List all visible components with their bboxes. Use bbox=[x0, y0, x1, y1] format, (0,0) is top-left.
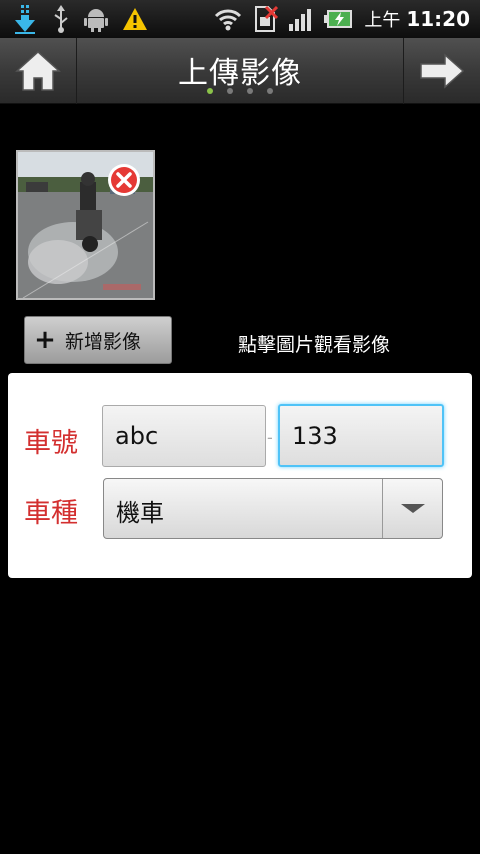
plate-label: 車號 bbox=[24, 428, 78, 459]
vehicle-type-value: 機車 bbox=[116, 499, 164, 527]
page-dot-4 bbox=[267, 88, 273, 94]
home-button[interactable] bbox=[0, 38, 77, 104]
page-dot-2 bbox=[227, 88, 233, 94]
remove-image-icon[interactable] bbox=[106, 162, 142, 198]
status-bar: 上午 11:20 bbox=[0, 0, 480, 38]
add-image-label: 新增影像 bbox=[65, 330, 142, 353]
page-dot-3 bbox=[247, 88, 253, 94]
home-icon bbox=[15, 50, 61, 91]
page-dot-1 bbox=[207, 88, 213, 94]
battery-icon bbox=[324, 10, 353, 28]
wifi-icon bbox=[215, 9, 242, 31]
vehicle-type-select[interactable]: 機車 bbox=[103, 478, 443, 539]
plate-prefix-input[interactable]: abc bbox=[102, 405, 266, 467]
dropdown-arrow[interactable] bbox=[382, 479, 442, 538]
no-sim-icon bbox=[255, 5, 279, 32]
am-pm-label: 上午 bbox=[364, 10, 401, 31]
page-title: 上傳影像 bbox=[178, 56, 302, 91]
chevron-down-icon bbox=[401, 504, 425, 513]
plate-number-input[interactable]: 133 bbox=[278, 404, 444, 467]
plus-icon: + bbox=[34, 325, 56, 355]
signal-icon bbox=[289, 9, 312, 31]
vehicle-form: 車號 abc - 133 車種 機車 bbox=[8, 373, 472, 578]
arrow-right-icon bbox=[420, 53, 465, 89]
status-clock: 上午 11:20 bbox=[364, 6, 470, 32]
tap-image-hint: 點擊圖片觀看影像 bbox=[238, 334, 391, 356]
plate-separator: - bbox=[267, 428, 273, 447]
vehicle-type-label: 車種 bbox=[24, 498, 78, 529]
next-button[interactable] bbox=[403, 38, 480, 104]
usb-icon bbox=[54, 5, 68, 33]
add-image-button[interactable]: + 新增影像 bbox=[24, 316, 172, 364]
download-icon bbox=[15, 5, 35, 34]
android-icon bbox=[84, 9, 108, 32]
title-bar: 上傳影像 bbox=[0, 38, 480, 104]
time-label: 11:20 bbox=[406, 7, 470, 31]
warning-icon bbox=[123, 8, 147, 30]
